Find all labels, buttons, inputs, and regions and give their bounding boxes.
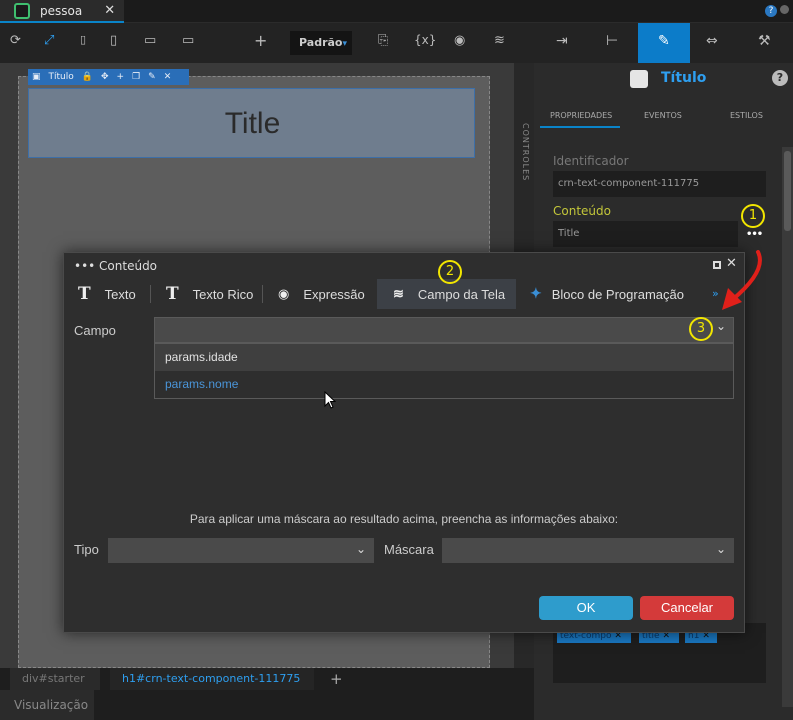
- expand-icon[interactable]: ⤢: [44, 33, 54, 48]
- controls-label: CONTROLES: [521, 123, 530, 182]
- magic-icon[interactable]: ✎: [148, 72, 156, 82]
- tab-styles[interactable]: ESTILOS: [730, 111, 763, 120]
- content-dialog: ••• Conteúdo ✕ T Texto T Texto Rico ◉ Expre…: [63, 252, 745, 633]
- callout-2: 2: [438, 260, 462, 284]
- mask-hint-text: Para aplicar uma máscara ao resultado ac…: [189, 512, 619, 526]
- tab-text[interactable]: T Texto: [78, 279, 154, 309]
- move-icon[interactable]: ✥: [101, 72, 109, 82]
- add-icon[interactable]: +: [254, 31, 267, 50]
- field-label: Campo: [74, 323, 116, 338]
- text-icon: T: [78, 284, 91, 304]
- callout-3: 3: [689, 317, 713, 341]
- dropdown-option-nome[interactable]: params.nome: [155, 371, 733, 398]
- selection-toolbar[interactable]: ▣ Título 🔒 ✥ + ❐ ✎ ✕: [28, 69, 189, 85]
- selection-label: Título: [48, 72, 74, 82]
- identifier-field[interactable]: crn-text-component-111775: [553, 171, 766, 197]
- lock-icon[interactable]: 🔒: [82, 72, 93, 82]
- field-select[interactable]: [154, 317, 734, 343]
- add-icon[interactable]: +: [117, 72, 125, 82]
- component-title: Título: [661, 70, 707, 86]
- help-icon[interactable]: ?: [765, 5, 777, 17]
- content-label: Conteúdo: [553, 204, 611, 218]
- tab-label: Expressão: [303, 286, 365, 302]
- title-component[interactable]: Title: [28, 88, 475, 158]
- tablet-icon[interactable]: ▯: [110, 33, 117, 48]
- chevron-down-icon: ▾: [342, 39, 347, 49]
- mask-label: Máscara: [384, 542, 434, 557]
- close-tab-icon[interactable]: ✕: [104, 3, 115, 18]
- delete-icon[interactable]: ✕: [164, 72, 172, 82]
- tab-rich-text[interactable]: T Texto Rico: [166, 279, 262, 309]
- edit-tab[interactable]: ✎: [638, 23, 690, 63]
- breadcrumb: div#starter h1#crn-text-component-111775…: [0, 668, 514, 690]
- type-label: Tipo: [74, 542, 99, 557]
- identifier-label: Identificador: [553, 154, 629, 168]
- breadcrumb-item-starter[interactable]: div#starter: [10, 668, 100, 690]
- import-icon[interactable]: ⇥: [556, 33, 568, 49]
- content-field[interactable]: Title: [553, 221, 738, 247]
- tab-events[interactable]: EVENTOS: [644, 111, 682, 120]
- file-code-icon[interactable]: ⎘: [378, 33, 388, 48]
- mouse-cursor-icon: [324, 391, 336, 409]
- ok-button[interactable]: OK: [539, 596, 633, 620]
- database-icon: ≋: [393, 286, 404, 302]
- status-dot-icon: [780, 5, 789, 14]
- document-tab-bar: pessoa ✕ ?: [0, 0, 793, 23]
- content-type-tabs: T Texto T Texto Rico ◉ Expressão ≋ Campo da …: [64, 279, 744, 309]
- database-icon[interactable]: ≋: [494, 33, 505, 48]
- eye-icon: ◉: [278, 286, 290, 302]
- refresh-icon[interactable]: ⟳: [10, 33, 21, 48]
- component-icon: [630, 70, 648, 88]
- swap-icon[interactable]: ⇔: [706, 33, 718, 49]
- copy-icon[interactable]: ❐: [132, 72, 140, 82]
- panel-toolbar: ⇥ ⊢ ✎ ⇔ ⚒: [534, 23, 793, 63]
- component-icon: ▣: [32, 72, 41, 82]
- pencil-icon: ✎: [658, 33, 670, 49]
- chevron-down-icon[interactable]: ⌄: [716, 319, 726, 333]
- tab-label: Texto Rico: [192, 286, 254, 302]
- mobile-icon[interactable]: ▯: [80, 33, 86, 46]
- active-tab-indicator: [540, 126, 620, 128]
- device-select[interactable]: Padrão▾: [290, 31, 352, 55]
- tree-icon[interactable]: ⊢: [606, 33, 618, 49]
- type-select[interactable]: ⌄: [108, 538, 374, 563]
- panel-scrollbar[interactable]: [782, 147, 793, 707]
- tab-divider: [262, 285, 263, 303]
- cancel-button[interactable]: Cancelar: [640, 596, 734, 620]
- tab-divider: [150, 285, 151, 303]
- desktop-icon[interactable]: ▭: [182, 33, 194, 48]
- add-icon[interactable]: +: [330, 670, 343, 688]
- callout-1: 1: [741, 204, 765, 228]
- device-select-label: Padrão: [299, 36, 343, 49]
- dialog-title: ••• Conteúdo: [74, 259, 158, 273]
- help-icon[interactable]: ?: [772, 70, 788, 86]
- tab-programming-block[interactable]: ✦ Bloco de Programação: [530, 279, 696, 309]
- editor-toolbar: ⟳ ⤢ ▯ ▯ ▭ ▭ + Padrão▾ ⎘ {x} ◉ ≋: [0, 23, 534, 63]
- annotation-arrow-icon: [722, 250, 762, 310]
- file-tab-pessoa[interactable]: pessoa ✕: [0, 0, 124, 23]
- dropdown-option-idade[interactable]: params.idade: [155, 344, 733, 371]
- mask-select[interactable]: ⌄: [442, 538, 734, 563]
- tab-label: Texto: [104, 286, 136, 302]
- tab-expression[interactable]: ◉ Expressão: [278, 279, 374, 309]
- chevron-down-icon: ⌄: [356, 542, 367, 556]
- breadcrumb-item-component[interactable]: h1#crn-text-component-111775: [110, 668, 315, 690]
- field-dropdown-list: params.idade params.nome: [154, 343, 734, 399]
- chevron-down-icon: ⌄: [716, 542, 727, 556]
- variables-icon[interactable]: {x}: [414, 33, 436, 47]
- tab-label: Bloco de Programação: [551, 286, 684, 302]
- puzzle-icon: ✦: [530, 286, 542, 302]
- file-icon: [14, 2, 30, 19]
- tools-icon[interactable]: ⚒: [758, 33, 771, 49]
- file-tab-label: pessoa: [40, 3, 83, 18]
- tab-properties[interactable]: PROPRIEDADES: [550, 111, 612, 120]
- eye-slash-icon[interactable]: ◉: [454, 33, 465, 48]
- more-options-icon[interactable]: •••: [746, 229, 763, 240]
- scrollbar-thumb[interactable]: [784, 151, 791, 231]
- laptop-icon[interactable]: ▭: [144, 33, 156, 48]
- tab-label: Campo da Tela: [417, 286, 506, 302]
- rich-text-icon: T: [166, 284, 179, 304]
- visualization-tab[interactable]: Visualização: [0, 690, 94, 720]
- title-text: Title: [224, 107, 281, 140]
